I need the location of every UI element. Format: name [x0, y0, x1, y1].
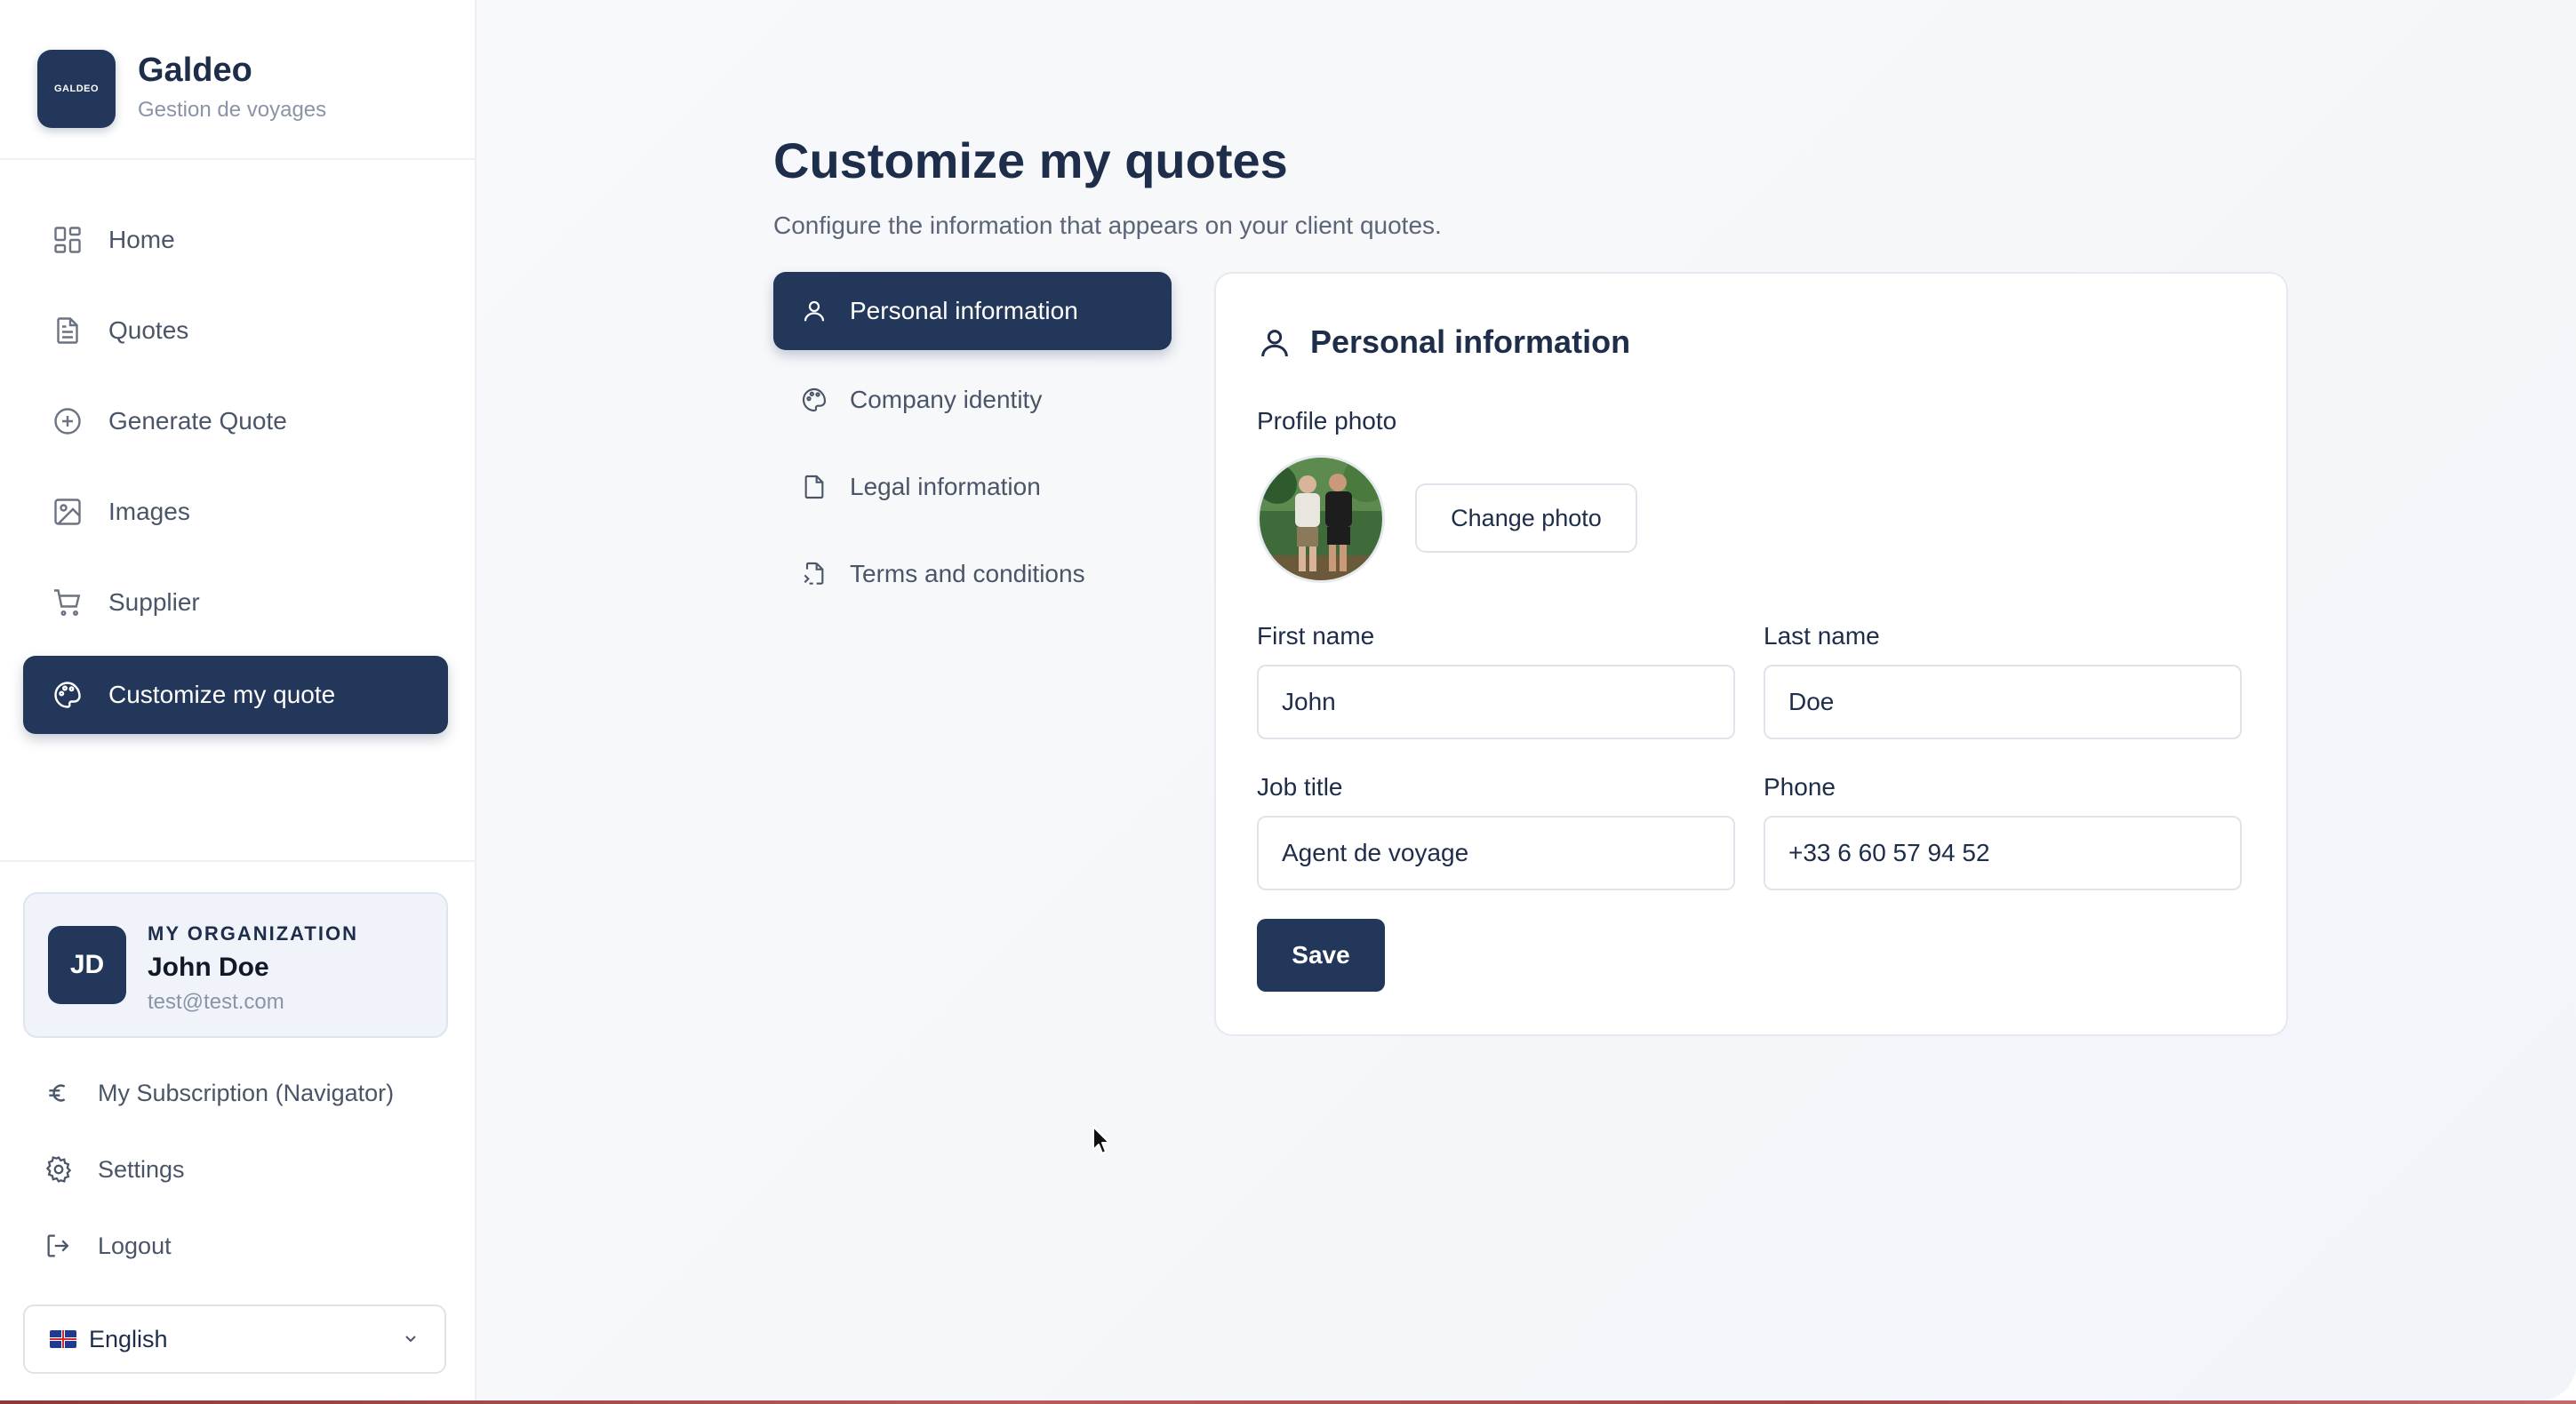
sidebar-item-generate-quote[interactable]: Generate Quote	[23, 382, 448, 460]
desktop-background	[0, 1400, 2576, 1404]
gear-icon	[41, 1152, 76, 1187]
image-icon	[50, 494, 85, 530]
brand-subtitle: Gestion de voyages	[138, 98, 327, 122]
personal-information-card: Personal information Profile photo Chang…	[1214, 272, 2288, 1036]
card-title: Personal information	[1310, 323, 1631, 360]
tab-label: Personal information	[850, 297, 1078, 324]
job-title-label: Job title	[1257, 773, 1343, 801]
job-title-field[interactable]	[1257, 816, 1735, 890]
page-subtitle: Configure the information that appears o…	[773, 211, 1442, 239]
sidebar-item-supplier[interactable]: Supplier	[23, 563, 448, 642]
sidebar-item-images[interactable]: Images	[23, 473, 448, 551]
tab-legal-information[interactable]: Legal information	[773, 448, 1172, 526]
avatar: JD	[48, 926, 126, 1004]
sidebar-item-home[interactable]: Home	[23, 201, 448, 279]
sidebar: GALDEO Galdeo Gestion de voyages Home Qu…	[0, 0, 476, 1400]
sidebar-item-label: Customize my quote	[108, 681, 336, 708]
palette-icon	[798, 384, 830, 416]
user-email: test@test.com	[148, 990, 284, 1014]
tab-label: Terms and conditions	[850, 560, 1085, 587]
tab-company-identity[interactable]: Company identity	[773, 361, 1172, 439]
save-button[interactable]: Save	[1257, 919, 1385, 992]
organization-label: MY ORGANIZATION	[148, 922, 358, 945]
subscription-link[interactable]: My Subscription (Navigator)	[41, 1066, 394, 1120]
first-name-label: First name	[1257, 622, 1375, 650]
tab-terms-and-conditions[interactable]: Terms and conditions	[773, 535, 1172, 613]
user-icon	[1257, 325, 1292, 361]
logout-icon	[41, 1228, 76, 1264]
tab-label: Legal information	[850, 473, 1041, 500]
profile-photo-label: Profile photo	[1257, 407, 1397, 435]
last-name-field[interactable]	[1764, 665, 2242, 739]
logout-link[interactable]: Logout	[41, 1219, 172, 1272]
grid-icon	[50, 222, 85, 258]
chevron-down-icon	[400, 1328, 421, 1355]
brand-header: GALDEO Galdeo Gestion de voyages	[0, 0, 475, 160]
page-title: Customize my quotes	[773, 132, 1288, 188]
sidebar-item-label: Images	[108, 498, 190, 525]
first-name-field[interactable]	[1257, 665, 1735, 739]
uk-flag-icon	[50, 1330, 76, 1348]
document-icon	[50, 313, 85, 348]
sidebar-item-quotes[interactable]: Quotes	[23, 291, 448, 370]
sidebar-item-label: Quotes	[108, 316, 189, 344]
file-icon	[798, 471, 830, 503]
user-name: John Doe	[148, 953, 269, 982]
brand-name: Galdeo	[138, 52, 252, 89]
phone-field[interactable]	[1764, 816, 2242, 890]
organization-card[interactable]: JD MY ORGANIZATION John Doe test@test.co…	[23, 892, 448, 1038]
settings-label: Settings	[98, 1155, 185, 1183]
user-icon	[798, 295, 830, 327]
palette-icon	[50, 677, 85, 713]
tab-label: Company identity	[850, 386, 1043, 413]
mouse-cursor-icon	[1092, 1125, 1113, 1157]
sidebar-item-label: Generate Quote	[108, 407, 287, 435]
euro-icon	[41, 1075, 76, 1111]
plus-circle-icon	[50, 403, 85, 439]
file-signature-icon	[798, 558, 830, 590]
sidebar-item-label: Supplier	[108, 588, 200, 616]
brand-logo[interactable]: GALDEO	[37, 50, 116, 128]
settings-link[interactable]: Settings	[41, 1143, 185, 1196]
logout-label: Logout	[98, 1232, 172, 1259]
sidebar-divider	[0, 860, 475, 862]
language-value: English	[89, 1325, 168, 1352]
main-content: Customize my quotes Configure the inform…	[476, 0, 2576, 1400]
cart-icon	[50, 585, 85, 620]
sidebar-item-customize-my-quote[interactable]: Customize my quote	[23, 656, 448, 734]
profile-photo[interactable]	[1257, 455, 1385, 583]
tab-personal-information[interactable]: Personal information	[773, 272, 1172, 350]
change-photo-button[interactable]: Change photo	[1415, 483, 1637, 553]
language-select[interactable]: English	[23, 1304, 446, 1374]
sidebar-item-label: Home	[108, 226, 175, 253]
subscription-label: My Subscription (Navigator)	[98, 1079, 395, 1106]
phone-label: Phone	[1764, 773, 1836, 801]
app-window: GALDEO Galdeo Gestion de voyages Home Qu…	[0, 0, 2576, 1400]
last-name-label: Last name	[1764, 622, 1880, 650]
